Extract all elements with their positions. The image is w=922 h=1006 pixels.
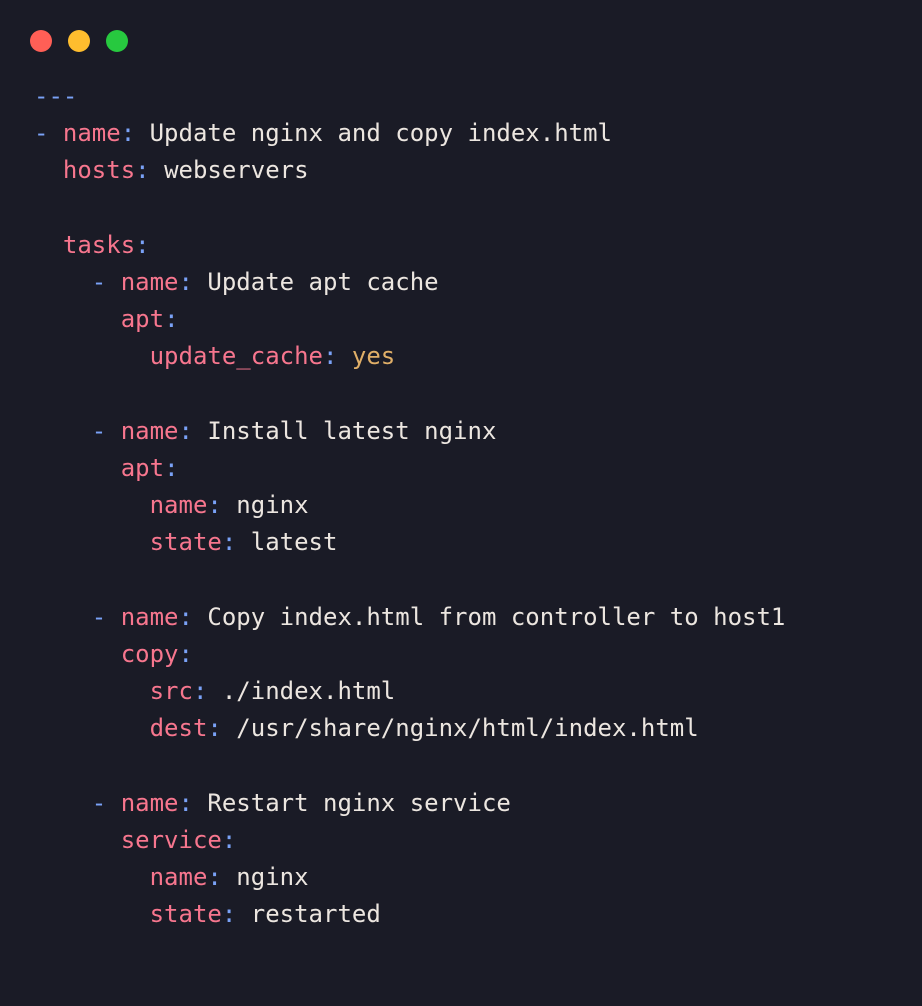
yaml-key: name <box>121 603 179 631</box>
colon-icon: : <box>179 603 193 631</box>
minimize-icon[interactable] <box>68 30 90 52</box>
yaml-key: hosts <box>63 156 135 184</box>
yaml-key: src <box>150 677 193 705</box>
yaml-key: name <box>121 417 179 445</box>
yaml-key: name <box>121 268 179 296</box>
zoom-icon[interactable] <box>106 30 128 52</box>
yaml-value: Update apt cache <box>207 268 438 296</box>
colon-icon: : <box>222 900 236 928</box>
colon-icon: : <box>135 231 149 259</box>
colon-icon: : <box>179 789 193 817</box>
yaml-value: nginx <box>236 863 308 891</box>
yaml-value: Copy index.html from controller to host1 <box>207 603 785 631</box>
colon-icon: : <box>207 491 221 519</box>
yaml-key: dest <box>150 714 208 742</box>
colon-icon: : <box>179 640 193 668</box>
close-icon[interactable] <box>30 30 52 52</box>
colon-icon: : <box>179 417 193 445</box>
colon-icon: : <box>164 454 178 482</box>
colon-icon: : <box>207 714 221 742</box>
yaml-key: tasks <box>63 231 135 259</box>
yaml-value: webservers <box>164 156 309 184</box>
yaml-value: Update nginx and copy index.html <box>150 119 612 147</box>
yaml-key: apt <box>121 305 164 333</box>
colon-icon: : <box>222 826 236 854</box>
colon-icon: : <box>207 863 221 891</box>
dash-icon: - <box>92 417 106 445</box>
colon-icon: : <box>164 305 178 333</box>
yaml-value: restarted <box>251 900 381 928</box>
yaml-value: Restart nginx service <box>207 789 510 817</box>
dash-icon: - <box>34 119 48 147</box>
yaml-value: /usr/share/nginx/html/index.html <box>236 714 698 742</box>
yaml-key: name <box>150 863 208 891</box>
yaml-key: state <box>150 528 222 556</box>
yaml-key: update_cache <box>150 342 323 370</box>
window-controls <box>0 0 922 52</box>
colon-icon: : <box>323 342 337 370</box>
yaml-key: apt <box>121 454 164 482</box>
colon-icon: : <box>121 119 135 147</box>
colon-icon: : <box>179 268 193 296</box>
dash-icon: - <box>92 603 106 631</box>
colon-icon: : <box>222 528 236 556</box>
yaml-key: state <box>150 900 222 928</box>
editor-window: --- - name: Update nginx and copy index.… <box>0 0 922 1006</box>
yaml-key: copy <box>121 640 179 668</box>
colon-icon: : <box>193 677 207 705</box>
yaml-doc-start: --- <box>34 82 77 110</box>
yaml-value: latest <box>251 528 338 556</box>
colon-icon: : <box>135 156 149 184</box>
code-block: --- - name: Update nginx and copy index.… <box>0 52 922 933</box>
yaml-key: name <box>121 789 179 817</box>
yaml-key: service <box>121 826 222 854</box>
yaml-value: yes <box>352 342 395 370</box>
yaml-value: ./index.html <box>222 677 395 705</box>
yaml-key: name <box>150 491 208 519</box>
dash-icon: - <box>92 268 106 296</box>
yaml-value: nginx <box>236 491 308 519</box>
yaml-key: name <box>63 119 121 147</box>
dash-icon: - <box>92 789 106 817</box>
yaml-value: Install latest nginx <box>207 417 496 445</box>
